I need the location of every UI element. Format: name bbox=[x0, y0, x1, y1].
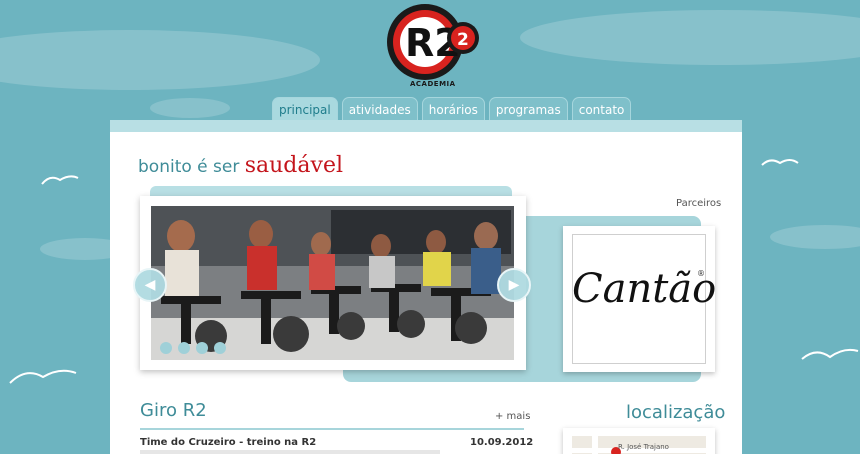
seagull-icon bbox=[801, 348, 859, 360]
hero-headline: bonito é ser saudável bbox=[138, 153, 343, 178]
cloud-shape bbox=[0, 30, 320, 90]
main-nav: principal atividades horários programas … bbox=[272, 97, 632, 121]
map-street-label: R. José Trajano bbox=[618, 443, 669, 451]
news-item-date: 10.09.2012 bbox=[470, 437, 534, 448]
headline-strong: saudável bbox=[244, 153, 343, 178]
partner-logo-cantao[interactable]: Cantão bbox=[572, 266, 716, 312]
tab-contato[interactable]: contato bbox=[571, 97, 632, 121]
tab-atividades[interactable]: atividades bbox=[341, 97, 418, 121]
seagull-icon bbox=[761, 159, 799, 166]
slider-dot[interactable] bbox=[196, 342, 208, 354]
tab-horarios[interactable]: horários bbox=[421, 97, 485, 121]
giro-title: Giro R2 bbox=[140, 400, 207, 421]
logo-badge: 2 bbox=[457, 30, 469, 50]
location-title: localização bbox=[626, 402, 726, 423]
news-item-excerpt bbox=[140, 450, 440, 454]
cloud-shape bbox=[770, 225, 860, 249]
more-link[interactable]: + mais bbox=[495, 411, 530, 422]
arrow-left-icon: ◀ bbox=[144, 277, 156, 293]
tab-principal[interactable]: principal bbox=[272, 97, 338, 121]
logo-subtitle: ACADEMIA bbox=[410, 80, 456, 88]
spin-class-photo bbox=[151, 206, 514, 360]
news-item-title[interactable]: Time do Cruzeiro - treino na R2 bbox=[140, 437, 316, 448]
slider-dot[interactable] bbox=[160, 342, 172, 354]
cloud-shape bbox=[520, 10, 860, 65]
r2-logo[interactable]: R2 2 bbox=[383, 0, 483, 84]
arrow-right-icon: ▶ bbox=[508, 277, 520, 293]
seagull-icon bbox=[9, 369, 77, 384]
partners-label: Parceiros bbox=[676, 198, 722, 209]
registered-mark: ® bbox=[697, 269, 705, 278]
headline-prefix: bonito é ser bbox=[138, 157, 240, 177]
slider-prev-button[interactable]: ◀ bbox=[133, 268, 167, 302]
nav-underline-bar bbox=[110, 120, 742, 132]
slider-dot[interactable] bbox=[178, 342, 190, 354]
slider-dots bbox=[160, 342, 226, 354]
tab-programas[interactable]: programas bbox=[488, 97, 568, 121]
giro-divider bbox=[140, 428, 524, 430]
seagull-icon bbox=[41, 175, 79, 185]
slider-dot[interactable] bbox=[214, 342, 226, 354]
cloud-shape bbox=[150, 98, 230, 118]
slider-image-spin-class[interactable] bbox=[151, 206, 514, 360]
slider-next-button[interactable]: ▶ bbox=[497, 268, 531, 302]
